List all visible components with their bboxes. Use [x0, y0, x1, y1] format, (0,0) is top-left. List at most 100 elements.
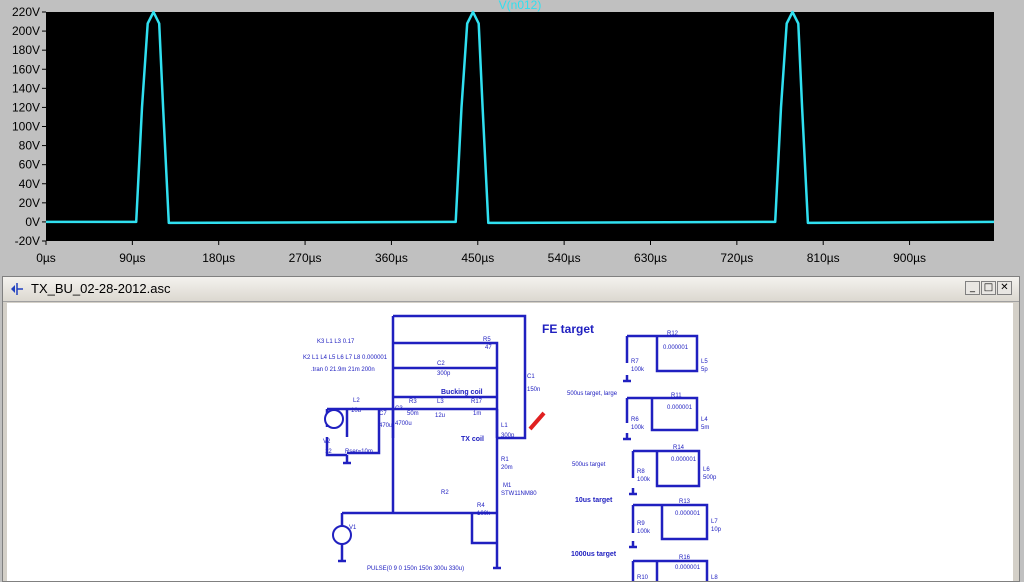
- y-axis: 220V 200V 180V 160V 140V 120V 100V 80V 60V 40V 20V…: [12, 5, 46, 248]
- c7-name: C7: [379, 411, 387, 417]
- r9-value: 100k: [637, 529, 651, 535]
- y-tick-label: 20V: [19, 196, 40, 210]
- r3-value: 50m: [407, 411, 419, 417]
- c3-name: C3: [395, 406, 403, 412]
- schematic-titlebar[interactable]: TX_BU_02-28-2012.asc _ □ ✕: [3, 277, 1019, 302]
- bucking-coil-label: Bucking coil: [441, 389, 483, 396]
- c1-name: C1: [527, 374, 535, 380]
- schematic-window: TX_BU_02-28-2012.asc _ □ ✕ K3 L1 L3 0.17…: [2, 276, 1020, 582]
- x-tick-label: 540µs: [548, 251, 581, 265]
- y-tick-label: 200V: [12, 24, 40, 38]
- label-1000us: 1000us target: [571, 551, 617, 558]
- l6-name: L6: [703, 467, 710, 473]
- l7-name: L7: [711, 519, 718, 525]
- r17-name: R17: [471, 399, 483, 405]
- r13-value: 0.000001: [675, 511, 701, 517]
- y-tick-label: 40V: [19, 177, 40, 191]
- l4-value: 5m: [701, 425, 709, 431]
- close-button[interactable]: ✕: [997, 281, 1012, 295]
- tx-coil-label: TX coil: [461, 436, 484, 443]
- x-tick-label: 180µs: [202, 251, 235, 265]
- schematic-title: TX_BU_02-28-2012.asc: [31, 281, 171, 296]
- r11-name: R11: [671, 393, 682, 399]
- schematic-canvas[interactable]: K3 L1 L3 0.17 K2 L1 L4 L5 L6 L7 L8 0.000…: [7, 303, 1013, 581]
- x-tick-label: 0µs: [36, 251, 56, 265]
- label-500us: 500us target: [572, 462, 606, 468]
- c2-value: 300p: [437, 371, 451, 377]
- r1-value: 20m: [501, 465, 513, 471]
- m1-name: M1: [503, 483, 512, 489]
- r14-name: R14: [673, 445, 685, 451]
- l3-value: 12u: [435, 413, 445, 419]
- x-tick-label: 90µs: [119, 251, 145, 265]
- plot-background: [46, 12, 994, 241]
- l8-name: L8: [711, 575, 718, 581]
- l5-value: 5p: [701, 367, 708, 373]
- y-tick-label: 160V: [12, 62, 40, 76]
- schematic-drawing[interactable]: K3 L1 L3 0.17 K2 L1 L4 L5 L6 L7 L8 0.000…: [7, 303, 1013, 581]
- c2-name: C2: [437, 361, 445, 367]
- x-tick-label: 900µs: [893, 251, 926, 265]
- r6-value: 100k: [631, 425, 645, 431]
- r14-value: 0.000001: [671, 457, 697, 463]
- l6-value: 500p: [703, 475, 717, 481]
- r7-value: 100k: [631, 367, 645, 373]
- c7-value: 470u: [379, 423, 392, 429]
- label-10us: 10us target: [575, 497, 613, 504]
- x-axis: 0µs 90µs 180µs 270µs 360µs 450µs 540µs 630µs 720…: [36, 241, 926, 265]
- l2-value: 10u: [351, 408, 361, 414]
- r1-name: R1: [501, 457, 509, 463]
- y-tick-label: 100V: [12, 120, 40, 134]
- x-tick-label: 630µs: [634, 251, 667, 265]
- waveform-plot[interactable]: V(n012) 220V 200V 180V 160V 140V 120V 100V 80V 6…: [0, 0, 1024, 272]
- x-tick-label: 450µs: [461, 251, 494, 265]
- pulse-spec-label[interactable]: PULSE(0 9 0 150n 150n 300u 330u): [367, 566, 464, 572]
- fe-target-label: FE target: [542, 322, 594, 336]
- r4-value: 100k: [477, 511, 491, 517]
- m1-value: STW11NM80: [501, 491, 537, 497]
- l2-name: L2: [353, 398, 360, 404]
- v1-name: V1: [349, 525, 357, 531]
- r8-value: 100k: [637, 477, 651, 483]
- directive-coupling-2[interactable]: K2 L1 L4 L5 L6 L7 L8 0.000001: [303, 355, 388, 361]
- l5-name: L5: [701, 359, 708, 365]
- r10-name: R10: [637, 575, 649, 581]
- l1-name: L1: [501, 423, 508, 429]
- y-tick-label: 0V: [25, 215, 40, 229]
- v2-value: 12: [325, 449, 332, 455]
- y-tick-label: -20V: [15, 234, 40, 248]
- directive-tran[interactable]: .tran 0 21.9m 21m 200n: [311, 367, 375, 373]
- c3-value: 4700u: [395, 421, 412, 427]
- directive-coupling-1[interactable]: K3 L1 L3 0.17: [317, 339, 355, 345]
- trace-label[interactable]: V(n012): [499, 0, 542, 12]
- y-tick-label: 80V: [19, 139, 40, 153]
- minimize-button[interactable]: _: [965, 281, 980, 295]
- r7-name: R7: [631, 359, 639, 365]
- r12-name: R12: [667, 331, 679, 337]
- waveform-window: V(n012) 220V 200V 180V 160V 140V 120V 100V 80V 6…: [0, 0, 1024, 272]
- l7-value: 10p: [711, 527, 722, 533]
- x-tick-label: 720µs: [720, 251, 753, 265]
- probe-cursor-icon: [528, 411, 546, 431]
- y-tick-label: 140V: [12, 81, 40, 95]
- r2-name: R2: [441, 490, 449, 496]
- r16-value: 0.000001: [675, 565, 701, 571]
- y-tick-label: 180V: [12, 43, 40, 57]
- r3-name: R3: [409, 399, 417, 405]
- r9-name: R9: [637, 521, 645, 527]
- label-500us-large: 500us target, large: [567, 391, 618, 397]
- schematic-app-icon: [11, 283, 23, 295]
- v2-name: V2: [323, 439, 331, 445]
- l3-name: L3: [437, 399, 444, 405]
- c1-value: 150n: [527, 387, 540, 393]
- y-tick-label: 120V: [12, 100, 40, 114]
- r16-name: R16: [679, 555, 691, 561]
- r13-name: R13: [679, 499, 691, 505]
- rser-label: Rser=10m: [345, 449, 373, 455]
- r5-value: 47: [485, 345, 492, 351]
- maximize-button[interactable]: □: [981, 281, 996, 295]
- r5-name: R5: [483, 337, 491, 343]
- y-tick-label: 220V: [12, 5, 40, 19]
- x-tick-label: 360µs: [375, 251, 408, 265]
- voltage-source-v2[interactable]: [324, 409, 344, 429]
